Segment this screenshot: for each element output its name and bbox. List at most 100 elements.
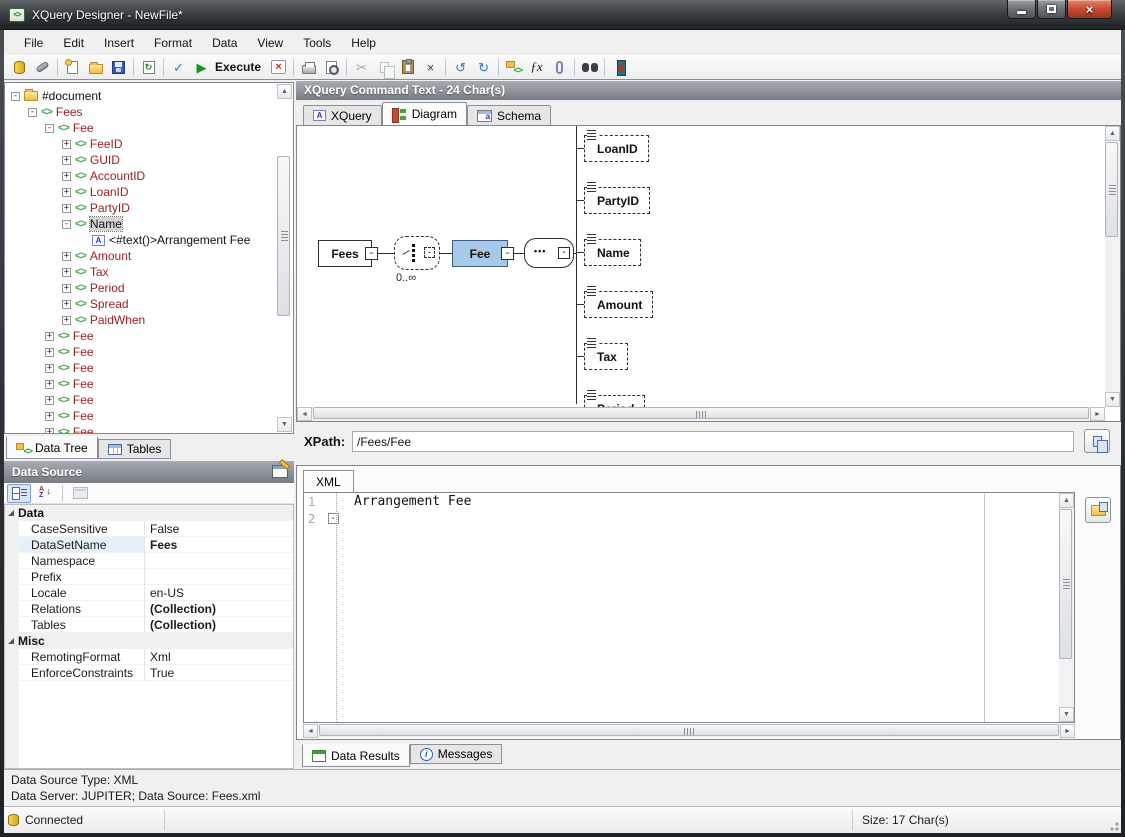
- menu-insert[interactable]: Insert: [94, 33, 144, 53]
- property-row[interactable]: RemotingFormatXml: [5, 649, 293, 665]
- tree-expander-icon[interactable]: +: [62, 172, 71, 181]
- property-value[interactable]: Xml: [145, 649, 293, 665]
- scroll-thumb[interactable]: [1105, 142, 1118, 237]
- property-row[interactable]: CaseSensitiveFalse: [5, 521, 293, 537]
- cut-icon[interactable]: ✂: [350, 56, 373, 78]
- close-button[interactable]: ×: [1067, 0, 1112, 19]
- delete-icon[interactable]: ×: [419, 56, 442, 78]
- diagram-horizontal-scrollbar[interactable]: ◄ ►: [297, 407, 1105, 421]
- tree-item[interactable]: +<>Fee: [5, 344, 293, 360]
- tree-expander-icon[interactable]: +: [62, 156, 71, 165]
- tree-expander-icon[interactable]: +: [62, 268, 71, 277]
- tree-item[interactable]: +<>Fee: [5, 328, 293, 344]
- categorized-view-button[interactable]: [7, 484, 31, 503]
- scroll-left-icon[interactable]: ◄: [297, 407, 312, 421]
- resize-grip[interactable]: [1107, 819, 1119, 831]
- diagram-node-loanid[interactable]: LoanID: [584, 135, 649, 162]
- scroll-right-icon[interactable]: ►: [1060, 724, 1075, 738]
- open-result-button[interactable]: [1085, 497, 1111, 523]
- diagram-node-period[interactable]: Period: [584, 395, 645, 407]
- property-value[interactable]: (Collection): [145, 601, 293, 617]
- minimize-button[interactable]: [1007, 0, 1036, 19]
- property-row[interactable]: Namespace: [5, 553, 293, 569]
- property-category[interactable]: Misc: [5, 633, 293, 649]
- tree-expander-icon[interactable]: +: [62, 316, 71, 325]
- scroll-thumb[interactable]: [1059, 509, 1072, 659]
- tree-expander-icon[interactable]: +: [45, 412, 54, 421]
- diagram-node-name[interactable]: Name: [584, 239, 641, 266]
- tab-xml[interactable]: XML: [303, 470, 354, 492]
- tree-expander-icon[interactable]: +: [62, 140, 71, 149]
- property-value[interactable]: [145, 569, 293, 585]
- editor-vertical-scrollbar[interactable]: ▲ ▼: [1059, 493, 1074, 722]
- diagram-vertical-scrollbar[interactable]: ▲ ▼: [1105, 126, 1120, 407]
- scroll-thumb[interactable]: [313, 407, 1089, 419]
- tree-item[interactable]: +<>PartyID: [5, 200, 293, 216]
- redo-icon[interactable]: ↻: [472, 56, 495, 78]
- function-icon[interactable]: ƒx: [525, 56, 548, 78]
- tree-expander-icon[interactable]: +: [62, 188, 71, 197]
- title-bar[interactable]: <> XQuery Designer - NewFile* ×: [0, 0, 1125, 30]
- diagram-canvas[interactable]: Fees - - 0..∞ Fee - ••• - L: [297, 126, 1105, 407]
- scroll-down-icon[interactable]: ▼: [277, 417, 292, 432]
- property-value[interactable]: en-US: [145, 585, 293, 601]
- properties-edit-icon[interactable]: [272, 465, 288, 478]
- diagram-node-tax[interactable]: Tax: [584, 343, 628, 370]
- tree-item[interactable]: A<#text()>Arrangement Fee: [5, 232, 293, 248]
- diagram-node-fees[interactable]: Fees: [318, 240, 372, 267]
- tree-item[interactable]: -<>Fees: [5, 104, 293, 120]
- collapse-triangle-icon[interactable]: [8, 510, 14, 516]
- sequence-shape[interactable]: ••• -: [524, 238, 574, 268]
- editor-horizontal-scrollbar[interactable]: ◄ ►: [303, 724, 1075, 738]
- execute-play-icon[interactable]: ▶: [190, 56, 213, 78]
- attach-icon[interactable]: [548, 56, 571, 78]
- tree-item[interactable]: +<>Amount: [5, 248, 293, 264]
- scroll-thumb[interactable]: [277, 156, 290, 316]
- diagram-node-amount[interactable]: Amount: [584, 291, 653, 318]
- tree-item[interactable]: +<>LoanID: [5, 184, 293, 200]
- print-icon[interactable]: [297, 56, 320, 78]
- save-icon[interactable]: [107, 56, 130, 78]
- property-row[interactable]: Localeen-US: [5, 585, 293, 601]
- xml-tree-icon[interactable]: [502, 56, 525, 78]
- tree-item[interactable]: +<>Period: [5, 280, 293, 296]
- menu-tools[interactable]: Tools: [293, 33, 341, 53]
- tab-diagram[interactable]: Diagram: [382, 102, 467, 125]
- menu-help[interactable]: Help: [341, 33, 386, 53]
- open-file-icon[interactable]: [84, 56, 107, 78]
- property-value[interactable]: True: [145, 665, 293, 681]
- editor-line[interactable]: 2-: [304, 510, 1074, 527]
- menu-data[interactable]: Data: [202, 33, 247, 53]
- print-preview-icon[interactable]: [320, 56, 343, 78]
- tree-item[interactable]: +<>AccountID: [5, 168, 293, 184]
- tree-expander-icon[interactable]: -: [28, 108, 37, 117]
- collapse-toggle-icon[interactable]: -: [558, 247, 570, 259]
- alphabetical-sort-button[interactable]: AZ: [33, 484, 57, 503]
- data-source-icon[interactable]: [8, 56, 31, 78]
- new-file-icon[interactable]: [61, 56, 84, 78]
- tab-data-tree[interactable]: Data Tree: [6, 436, 98, 459]
- tree-expander-icon[interactable]: +: [45, 332, 54, 341]
- refresh-icon[interactable]: ↻: [137, 56, 160, 78]
- tree-item[interactable]: +<>Fee: [5, 360, 293, 376]
- tree-item[interactable]: +<>Spread: [5, 296, 293, 312]
- tree-item[interactable]: -#document: [5, 88, 293, 104]
- tab-xquery[interactable]: A XQuery: [303, 105, 382, 125]
- tree-item[interactable]: +<>Tax: [5, 264, 293, 280]
- scroll-left-icon[interactable]: ◄: [303, 724, 318, 738]
- tree-expander-icon[interactable]: -: [11, 92, 20, 101]
- tab-tables[interactable]: Tables: [98, 439, 172, 459]
- tree-expander-icon[interactable]: +: [62, 204, 71, 213]
- diagram-node-partyid[interactable]: PartyID: [584, 187, 650, 214]
- tree-item[interactable]: +<>Fee: [5, 376, 293, 392]
- property-row[interactable]: DataSetNameFees: [5, 537, 293, 553]
- occurrence-shape[interactable]: -: [394, 236, 440, 270]
- tree-item[interactable]: +<>Fee: [5, 392, 293, 408]
- xpath-input[interactable]: [352, 431, 1074, 452]
- editor-line[interactable]: 1Arrangement Fee: [304, 493, 1074, 510]
- tree-expander-icon[interactable]: +: [45, 428, 54, 435]
- xml-result-editor[interactable]: 1Arrangement Fee2- ▲ ▼: [303, 492, 1075, 723]
- collapse-toggle-icon[interactable]: -: [501, 247, 514, 260]
- property-row[interactable]: Tables(Collection): [5, 617, 293, 633]
- property-value[interactable]: [145, 553, 293, 569]
